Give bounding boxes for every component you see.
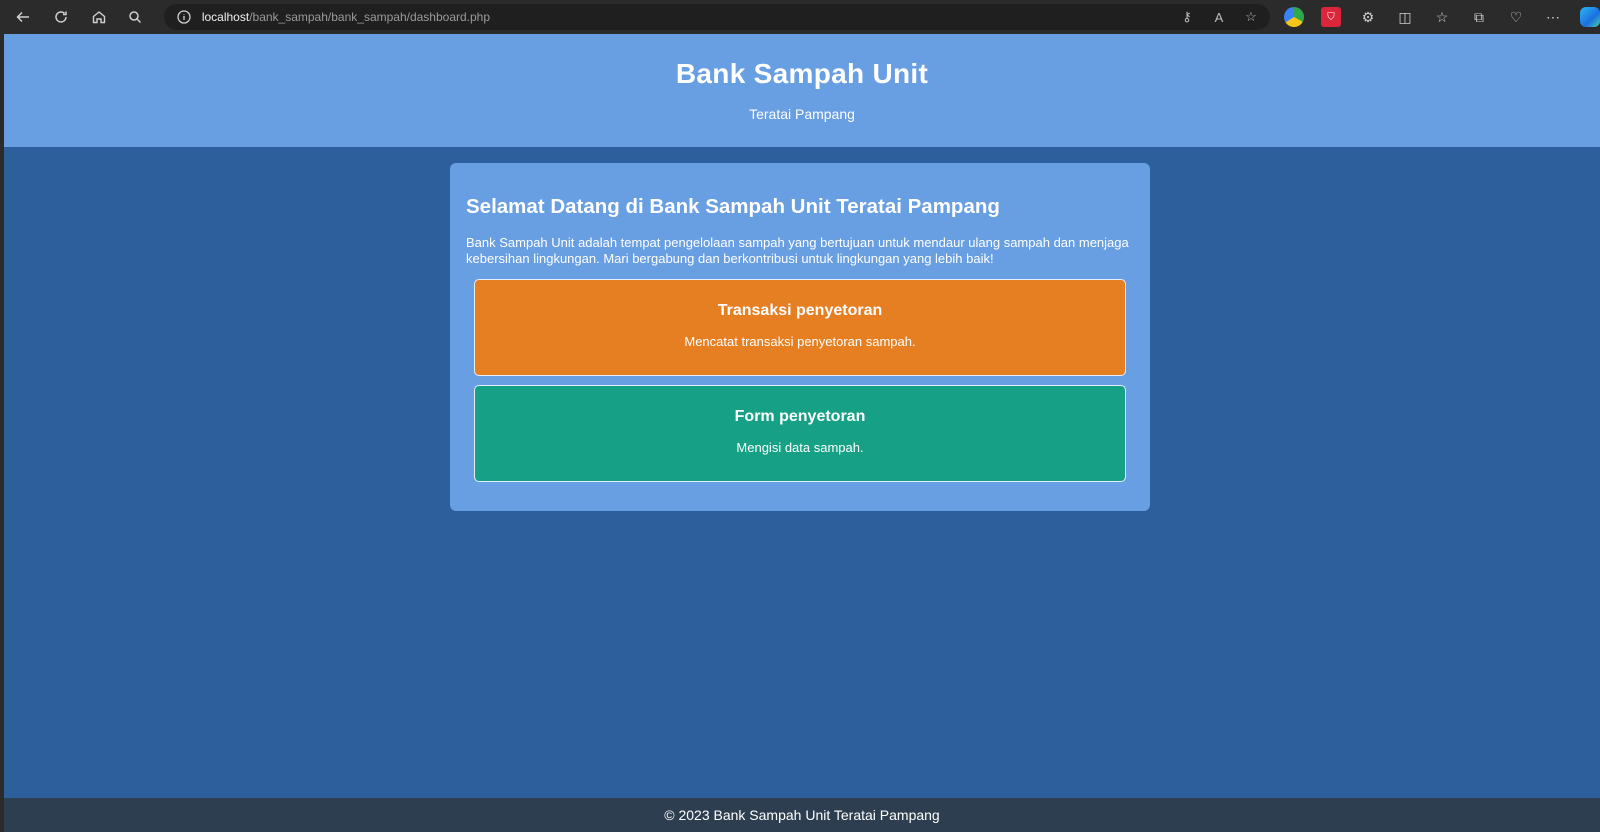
form-penyetoran-card[interactable]: Form penyetoran Mengisi data sampah.: [474, 385, 1126, 482]
split-screen-icon[interactable]: ◫: [1395, 7, 1415, 27]
extensions-icon[interactable]: ⚙: [1358, 7, 1378, 27]
address-bar[interactable]: localhost/bank_sampah/bank_sampah/dashbo…: [163, 4, 1270, 30]
collections-icon[interactable]: ⧉: [1469, 7, 1489, 27]
extension-green-icon[interactable]: [1283, 7, 1304, 27]
favorite-star-icon[interactable]: ☆: [1242, 9, 1260, 25]
welcome-title: Selamat Datang di Bank Sampah Unit Terat…: [466, 195, 1000, 218]
favorites-icon[interactable]: ☆: [1432, 7, 1452, 27]
home-icon[interactable]: [86, 4, 112, 30]
back-icon[interactable]: [10, 4, 36, 30]
search-icon[interactable]: [122, 4, 148, 30]
extension-red-icon[interactable]: ⛉: [1320, 7, 1341, 27]
site-info-icon[interactable]: [176, 9, 192, 25]
transaksi-penyetoran-card[interactable]: Transaksi penyetoran Mencatat transaksi …: [474, 279, 1126, 376]
site-header: Bank Sampah Unit Teratai Pampang: [4, 34, 1600, 147]
key-icon[interactable]: ⚷: [1178, 9, 1196, 25]
reload-icon[interactable]: [48, 4, 74, 30]
site-footer: © 2023 Bank Sampah Unit Teratai Pampang: [4, 798, 1600, 832]
more-icon[interactable]: ⋯: [1543, 7, 1563, 27]
site-subtitle: Teratai Pampang: [749, 106, 855, 122]
page-viewport: Bank Sampah Unit Teratai Pampang Selamat…: [4, 34, 1600, 832]
menu-card-description: Mencatat transaksi penyetoran sampah.: [684, 334, 916, 349]
browser-essentials-icon[interactable]: ♡: [1506, 7, 1526, 27]
browser-toolbar: localhost/bank_sampah/bank_sampah/dashbo…: [0, 0, 1600, 34]
read-aloud-icon[interactable]: A: [1210, 10, 1228, 25]
url-text[interactable]: localhost/bank_sampah/bank_sampah/dashbo…: [202, 10, 1178, 24]
menu-card-title: Transaksi penyetoran: [717, 302, 883, 319]
menu-card-description: Mengisi data sampah.: [736, 440, 864, 455]
copilot-icon[interactable]: [1579, 7, 1600, 27]
welcome-text: Bank Sampah Unit adalah tempat pengelola…: [466, 235, 1129, 266]
url-host: localhost: [201, 10, 250, 24]
site-title: Bank Sampah Unit: [675, 58, 929, 89]
welcome-panel: Selamat Datang di Bank Sampah Unit Terat…: [450, 163, 1150, 511]
url-path: /bank_sampah/bank_sampah/dashboard.php: [249, 10, 491, 24]
menu-card-title: Form penyetoran: [734, 408, 866, 425]
